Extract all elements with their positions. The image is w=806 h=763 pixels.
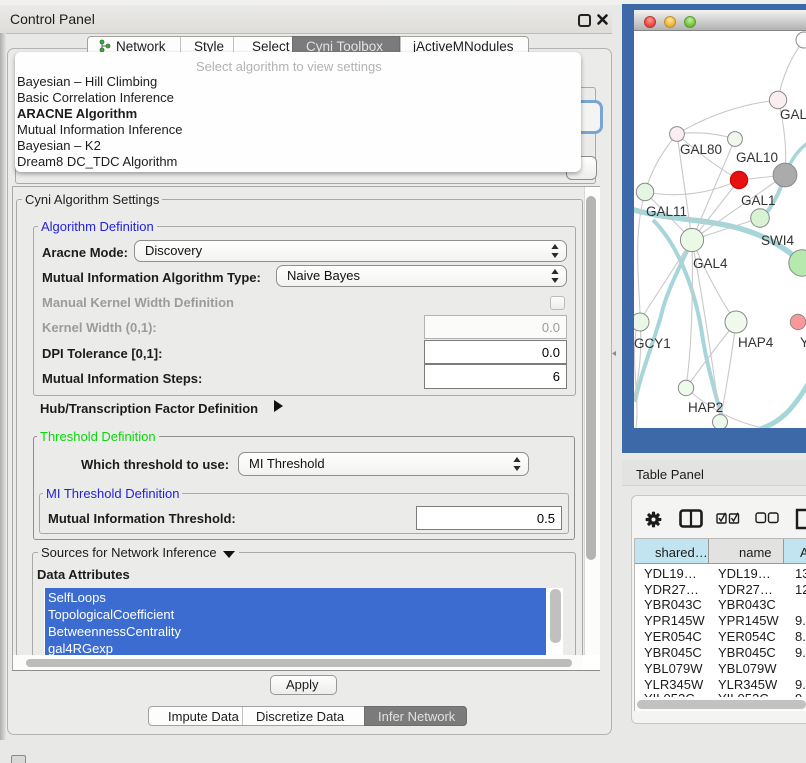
svg-text:HAP2: HAP2 xyxy=(688,400,723,415)
svg-text:SWI4: SWI4 xyxy=(761,233,794,248)
svg-text:GAL80: GAL80 xyxy=(680,142,722,157)
svg-text:GAL4: GAL4 xyxy=(693,256,728,271)
svg-text:GAL: GAL xyxy=(780,107,806,122)
svg-text:GAL1: GAL1 xyxy=(741,193,776,208)
svg-text:Y: Y xyxy=(800,335,806,350)
svg-text:HAP4: HAP4 xyxy=(738,335,774,350)
svg-text:GCY1: GCY1 xyxy=(634,336,671,351)
svg-text:GAL11: GAL11 xyxy=(646,204,687,219)
svg-text:GAL10: GAL10 xyxy=(736,150,778,165)
